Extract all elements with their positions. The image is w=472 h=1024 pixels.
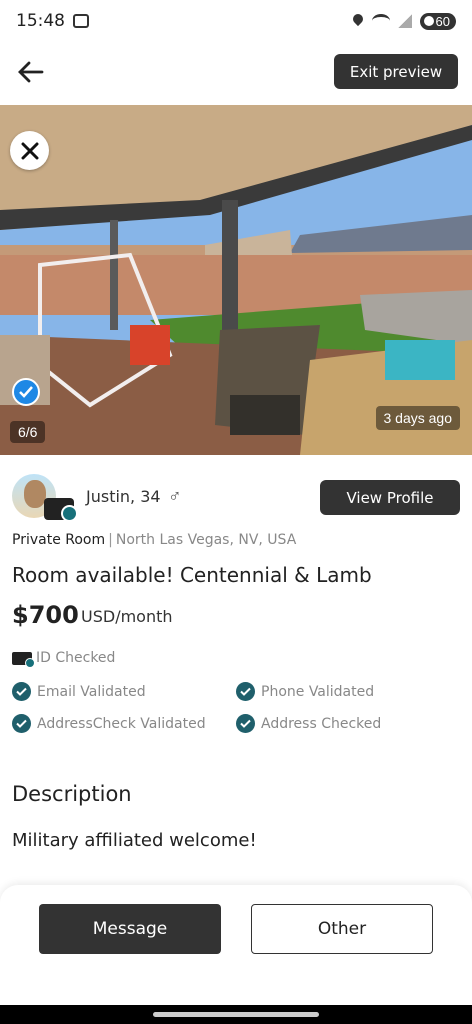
home-handle[interactable]	[153, 1012, 319, 1017]
view-profile-button[interactable]: View Profile	[320, 480, 460, 515]
room-type: Private Room	[12, 532, 106, 548]
battery-saver-icon	[423, 16, 434, 26]
verification-label: Email Validated	[37, 683, 146, 700]
listing-title: Room available! Centennial & Lamb	[12, 563, 372, 587]
location-text: North Las Vegas, NV, USA	[115, 532, 297, 548]
signal-icon	[397, 14, 412, 28]
close-icon	[21, 142, 38, 159]
verified-check-icon	[19, 386, 33, 398]
verification-item: Address Checked	[236, 714, 381, 733]
photo-counter: 6/6	[10, 421, 46, 443]
description-text: Military affiliated welcome!	[12, 830, 257, 851]
separator: |	[108, 532, 113, 548]
battery-level: 60	[435, 13, 450, 29]
price: $700	[12, 601, 79, 629]
verification-item: Email Validated	[12, 682, 146, 701]
host-name-age: Justin, 34	[86, 487, 161, 506]
wifi-icon	[371, 14, 390, 28]
verification-item: Phone Validated	[236, 682, 374, 701]
check-circle-icon	[12, 682, 31, 701]
price-unit: USD/month	[81, 607, 173, 626]
listing-photo[interactable]	[0, 105, 472, 455]
verification-label: Address Checked	[261, 715, 382, 732]
id-card-icon	[44, 498, 78, 522]
verification-label: AddressCheck Validated	[37, 715, 206, 732]
system-nav-bar	[0, 1005, 472, 1024]
profile-row: Justin, 34 ♂ View Profile	[12, 474, 460, 522]
message-button[interactable]: Message	[39, 904, 221, 954]
patio-photo-image	[0, 105, 472, 455]
close-photo-button[interactable]	[10, 131, 49, 170]
battery-indicator: 60	[419, 12, 456, 30]
back-button[interactable]	[12, 54, 48, 90]
posted-time: 3 days ago	[375, 406, 460, 430]
verification-item: AddressCheck Validated	[12, 714, 206, 733]
check-circle-icon	[12, 714, 31, 733]
back-arrow-icon	[18, 61, 44, 83]
bottom-action-bar: Message Other	[0, 885, 472, 1005]
verified-badge	[12, 378, 40, 406]
other-button[interactable]: Other	[251, 904, 433, 954]
id-checked-label: ID Checked	[36, 650, 116, 666]
check-circle-icon	[236, 682, 255, 701]
room-type-location: Private Room | North Las Vegas, NV, USA	[12, 532, 296, 548]
location-icon	[352, 14, 364, 28]
status-time: 15:48	[16, 11, 65, 31]
male-icon: ♂	[168, 486, 182, 506]
status-bar: 15:48 60	[0, 0, 472, 42]
id-checked: ID Checked	[12, 650, 116, 668]
description-heading: Description	[12, 782, 132, 806]
screen-record-icon	[73, 14, 89, 28]
exit-preview-button[interactable]: Exit preview	[334, 54, 458, 89]
check-circle-icon	[236, 714, 255, 733]
top-bar: Exit preview	[0, 42, 472, 102]
id-card-icon	[12, 651, 35, 668]
verification-label: Phone Validated	[261, 683, 375, 700]
